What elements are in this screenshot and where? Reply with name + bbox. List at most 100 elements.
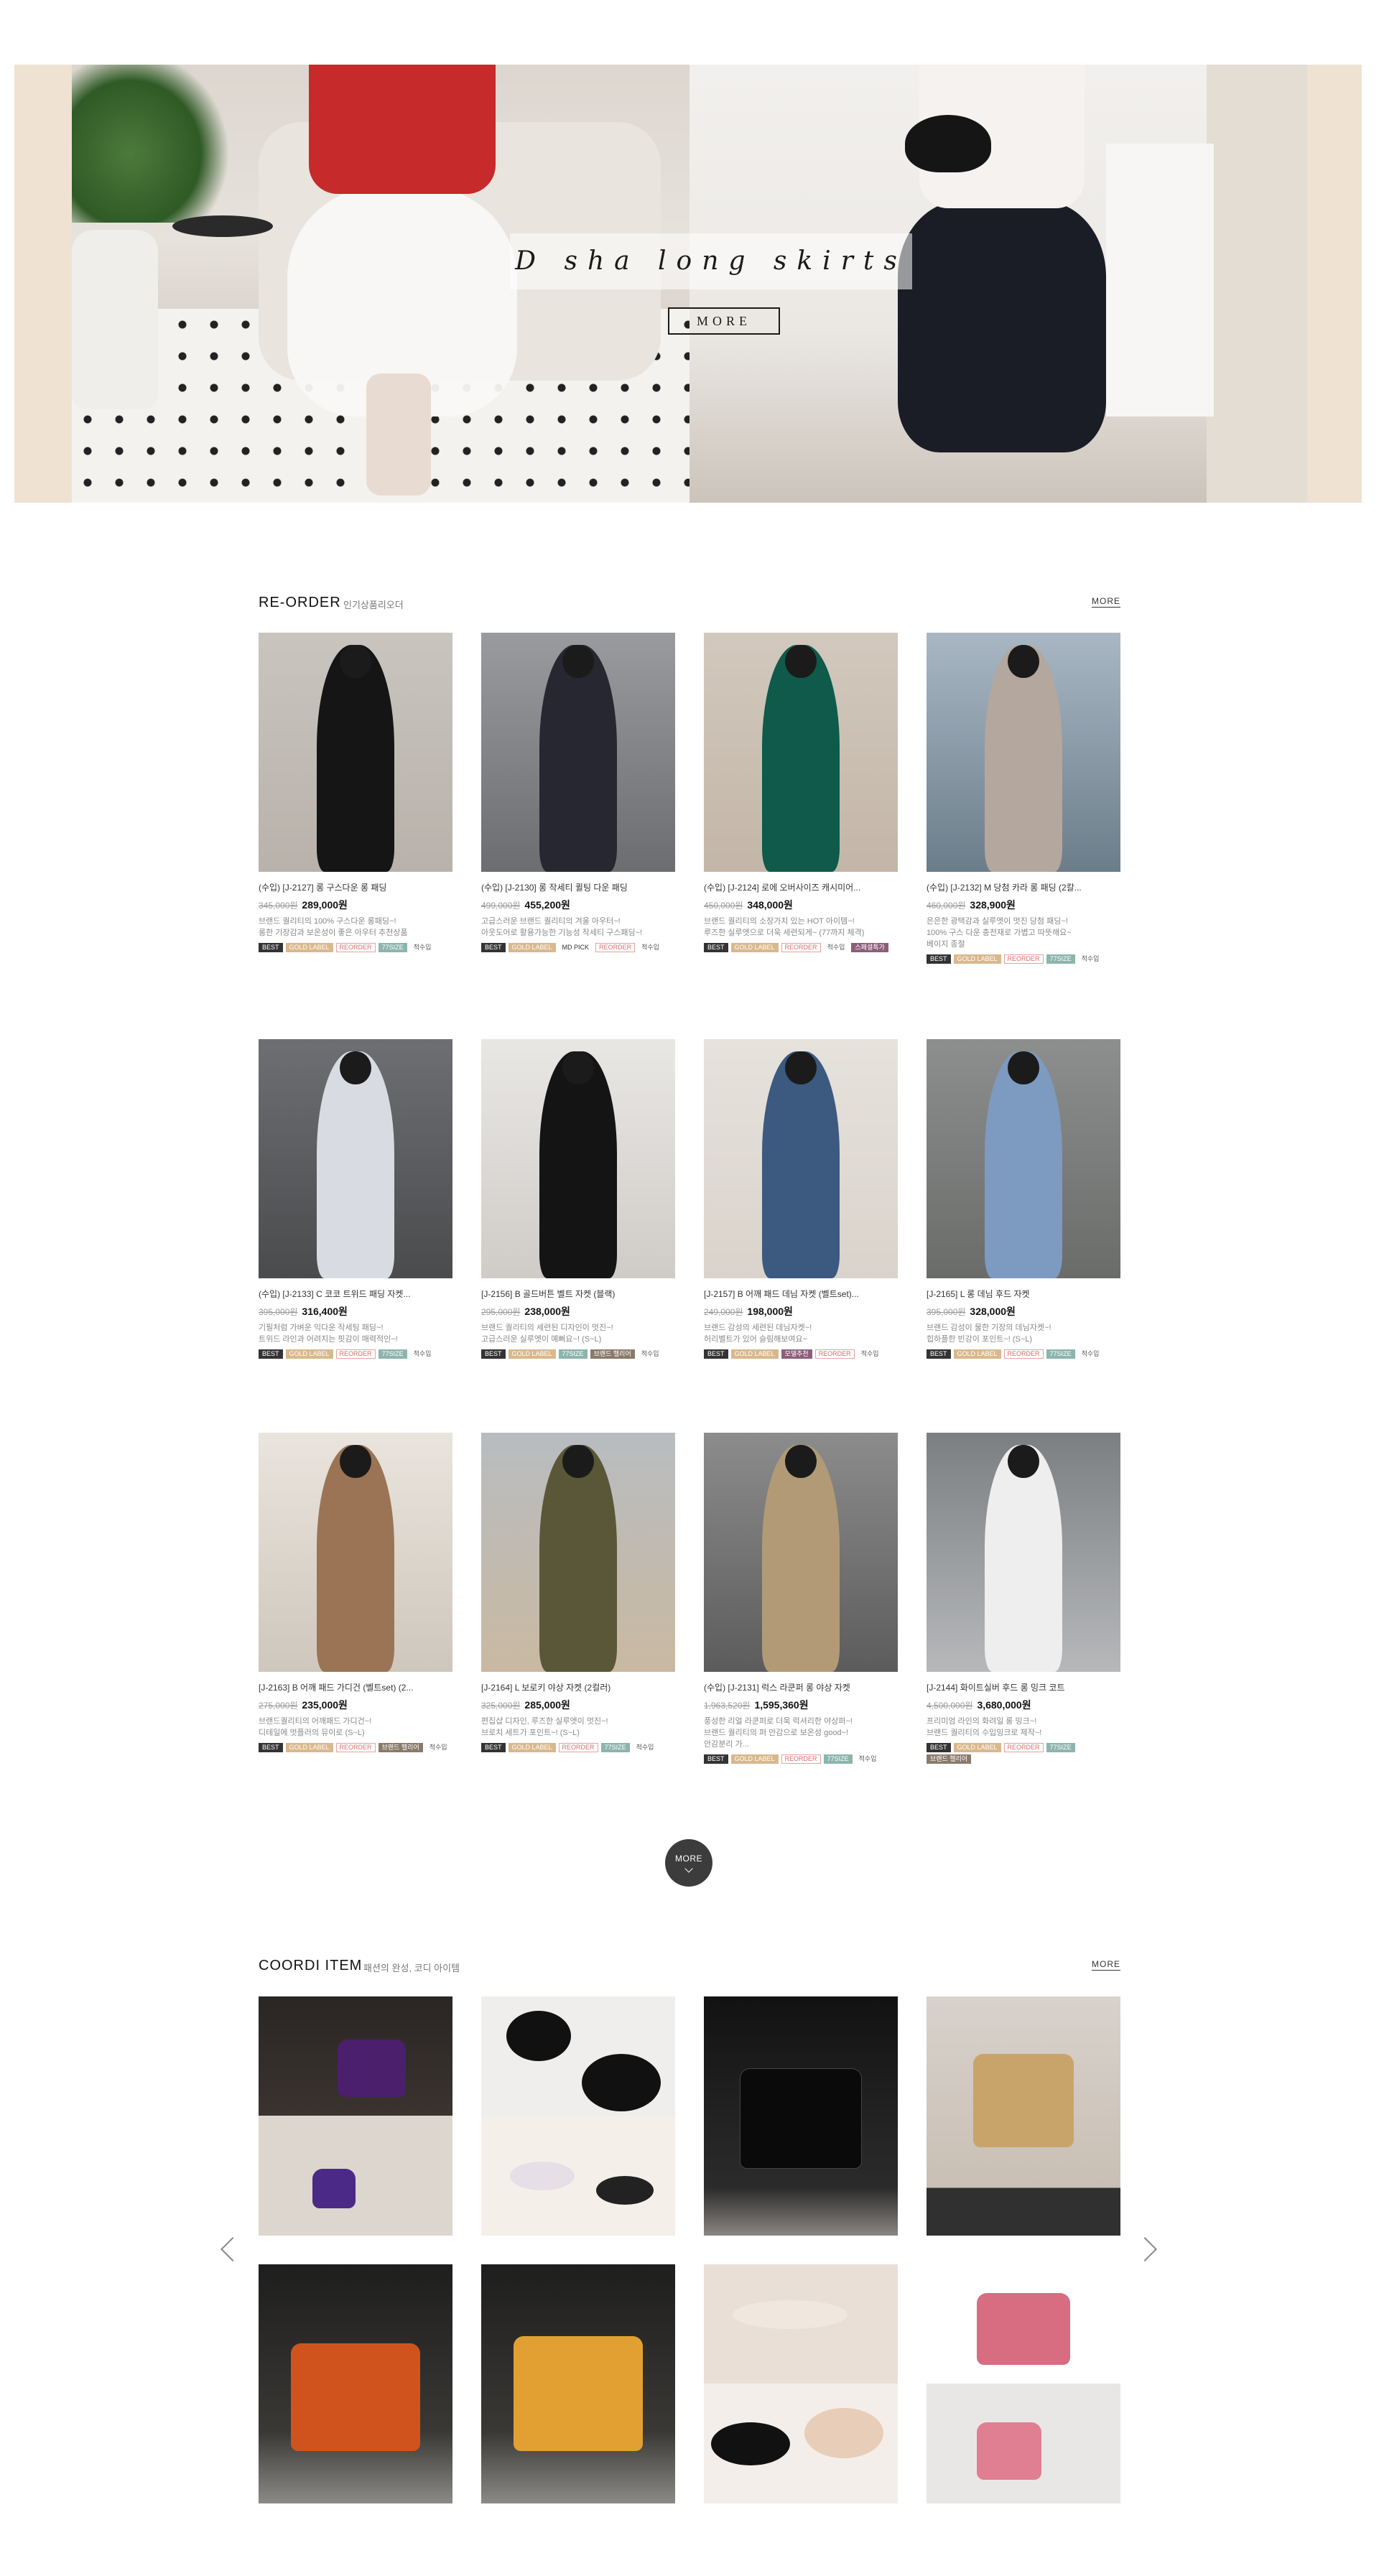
product-badge: REORDER: [558, 1743, 598, 1752]
product-card[interactable]: [J-2163] B 어깨 패드 가디건 (벨트set) (2... 275,00…: [259, 1433, 452, 1752]
product-card[interactable]: [J-2156] B 골드버튼 벨트 자켓 (블랙) 295,000원 238,00…: [481, 1039, 675, 1359]
product-badges: BEST GOLD LABEL REORDER 브랜드 헬리어 적수입: [259, 1743, 452, 1752]
hero-more-button[interactable]: MORE: [668, 307, 780, 335]
product-image[interactable]: [259, 633, 452, 872]
product-image[interactable]: [927, 1433, 1120, 1672]
product-badges: BEST GOLD LABEL REORDER 77SIZE 적수입: [927, 1349, 1120, 1359]
product-image[interactable]: [927, 1039, 1120, 1278]
carousel-next-arrow-icon[interactable]: [1133, 2237, 1157, 2261]
product-badge: 적수입: [409, 943, 435, 952]
reorder-subtitle: 인기상품리오더: [343, 600, 404, 610]
product-badge: 적수입: [632, 1743, 658, 1752]
shoe-image: [506, 2011, 571, 2061]
product-description-line: 트위드 라인과 어려지는 핏감이 매력적인~!: [259, 1335, 398, 1344]
product-name[interactable]: (수입) [J-2127] 롱 구스다운 롱 패딩: [259, 882, 452, 893]
coordi-item[interactable]: [259, 2264, 452, 2503]
product-badge: BEST: [481, 1743, 506, 1752]
product-image[interactable]: [481, 1039, 675, 1278]
product-original-price: 395,000원: [927, 1307, 966, 1317]
product-model-head: [340, 1051, 371, 1085]
product-card[interactable]: [J-2165] L 롱 데님 후드 자켓 395,000원 328,000원 브랜드…: [927, 1039, 1120, 1359]
product-description-line: 허리벨트가 있어 슬림해보여요~: [704, 1335, 808, 1344]
product-badge: 77SIZE: [1046, 954, 1075, 964]
product-image[interactable]: [704, 1433, 898, 1672]
product-model-head: [1008, 1051, 1039, 1085]
hero-model-red-jacket: [309, 65, 496, 194]
product-description-line: 고급스러운 실루엣이 예뻐요~! (S~L): [481, 1335, 602, 1344]
product-badge: MD PICK: [558, 943, 593, 952]
product-model-figure: [539, 1444, 617, 1672]
product-name[interactable]: [J-2164] L 보로키 야상 자켓 (2컬러): [481, 1682, 675, 1693]
coordi-title: COORDI ITEM: [259, 1958, 363, 1973]
product-model-figure: [985, 1444, 1062, 1672]
coordi-more-link[interactable]: MORE: [1092, 1959, 1120, 1971]
bag-image: [977, 2293, 1070, 2365]
product-price: 275,000원 235,000원: [259, 1698, 452, 1711]
reorder-more-link[interactable]: MORE: [1092, 596, 1120, 608]
product-card[interactable]: (수입) [J-2133] C 코코 트위드 패딩 자켓... 395,000원 3…: [259, 1039, 452, 1359]
product-card[interactable]: (수입) [J-2130] 롱 작세티 퀼팅 다운 패딩 499,000원 455,…: [481, 633, 675, 952]
product-name[interactable]: [J-2144] 화이트실버 후드 롱 밍크 코트: [927, 1682, 1120, 1693]
product-image[interactable]: [259, 1039, 452, 1278]
product-card[interactable]: (수입) [J-2131] 럭스 라쿤퍼 롱 야상 자켓 1,963,520원 1,…: [704, 1433, 898, 1764]
product-badge: 브랜드 헬리어: [590, 1349, 635, 1359]
product-price: 4,500,000원 3,680,000원: [927, 1698, 1120, 1711]
product-name[interactable]: (수입) [J-2131] 럭스 라쿤퍼 롱 야상 자켓: [704, 1682, 898, 1693]
product-card[interactable]: (수입) [J-2132] M 당첨 카라 롱 패딩 (2칼... 460,000…: [927, 633, 1120, 964]
coordi-item[interactable]: [481, 1996, 675, 2236]
product-original-price: 499,000원: [481, 901, 521, 911]
product-name[interactable]: [J-2156] B 골드버튼 벨트 자켓 (블랙): [481, 1288, 675, 1300]
product-badge: 적수입: [409, 1349, 435, 1359]
product-name[interactable]: [J-2157] B 어깨 패드 데님 자켓 (벨트set)...: [704, 1288, 898, 1300]
coordi-item[interactable]: [259, 1996, 452, 2236]
product-model-head: [562, 644, 594, 679]
product-sale-price: 348,000원: [747, 899, 793, 911]
product-badge: GOLD LABEL: [508, 1349, 556, 1359]
product-image[interactable]: [704, 633, 898, 872]
coordi-subtitle: 패션의 완성, 코디 아이템: [363, 1963, 460, 1973]
product-card[interactable]: [J-2144] 화이트실버 후드 롱 밍크 코트 4,500,000원 3,680…: [927, 1433, 1120, 1764]
reorder-header: RE-ORDER 인기상품리오더 MORE: [259, 595, 1120, 616]
load-more-button[interactable]: MORE: [665, 1839, 712, 1887]
product-card[interactable]: (수입) [J-2127] 롱 구스다운 롱 패딩 345,000원 289,000…: [259, 633, 452, 952]
hero-banner[interactable]: D sha long skirts MORE: [14, 65, 1362, 503]
product-description-line: 풍성한 리얼 라쿤퍼로 더욱 럭셔리한 야상퍼~!: [704, 1717, 853, 1726]
coordi-item[interactable]: [927, 1996, 1120, 2236]
product-badge: 77SIZE: [558, 1349, 588, 1359]
product-name[interactable]: (수입) [J-2124] 로에 오버사이즈 캐시미어...: [704, 882, 898, 893]
product-image[interactable]: [927, 633, 1120, 872]
product-original-price: 395,000원: [259, 1307, 298, 1317]
product-card[interactable]: (수입) [J-2124] 로에 오버사이즈 캐시미어... 450,000원 34…: [704, 633, 898, 952]
product-sale-price: 285,000원: [524, 1699, 570, 1711]
product-description: 고급스러운 브랜드 퀄리티의 겨울 아우터~! 아웃도어로 활용가능한 기능성 작…: [481, 916, 675, 939]
product-description-line: 브랜드 퀄리티의 수입밍크로 제작~!: [927, 1729, 1042, 1737]
product-model-figure: [539, 644, 617, 872]
product-badge: 77SIZE: [378, 1349, 407, 1359]
product-image[interactable]: [481, 1433, 675, 1672]
product-model-figure: [762, 1444, 840, 1672]
carousel-prev-arrow-icon[interactable]: [220, 2237, 245, 2261]
product-description-line: 안감분리 가...: [704, 1740, 749, 1749]
product-card[interactable]: [J-2164] L 보로키 야상 자켓 (2컬러) 325,000원 285,00…: [481, 1433, 675, 1752]
product-badge: GOLD LABEL: [953, 1349, 1001, 1359]
product-original-price: 325,000원: [481, 1701, 521, 1711]
product-name[interactable]: (수입) [J-2133] C 코코 트위드 패딩 자켓...: [259, 1288, 452, 1300]
product-badge: 적수입: [425, 1743, 451, 1752]
product-name[interactable]: [J-2163] B 어깨 패드 가디건 (벨트set) (2...: [259, 1682, 452, 1693]
coordi-item[interactable]: [704, 2264, 898, 2503]
product-badges: BEST GOLD LABEL REORDER 77SIZE 적수입: [259, 943, 452, 952]
product-sale-price: 198,000원: [747, 1306, 793, 1317]
product-image[interactable]: [259, 1433, 452, 1672]
coordi-item[interactable]: [481, 2264, 675, 2503]
product-image[interactable]: [704, 1039, 898, 1278]
product-card[interactable]: [J-2157] B 어깨 패드 데님 자켓 (벨트set)... 249,000…: [704, 1039, 898, 1359]
product-name[interactable]: [J-2165] L 롱 데님 후드 자켓: [927, 1288, 1120, 1300]
bag-image: [338, 2040, 406, 2097]
product-badge: 적수입: [637, 1349, 663, 1359]
product-name[interactable]: (수입) [J-2132] M 당첨 카라 롱 패딩 (2칼...: [927, 882, 1120, 893]
coordi-item[interactable]: [927, 2264, 1120, 2503]
coordi-item[interactable]: [704, 1996, 898, 2236]
product-badge: 모델추천: [781, 1349, 812, 1359]
product-image[interactable]: [481, 633, 675, 872]
product-name[interactable]: (수입) [J-2130] 롱 작세티 퀼팅 다운 패딩: [481, 882, 675, 893]
